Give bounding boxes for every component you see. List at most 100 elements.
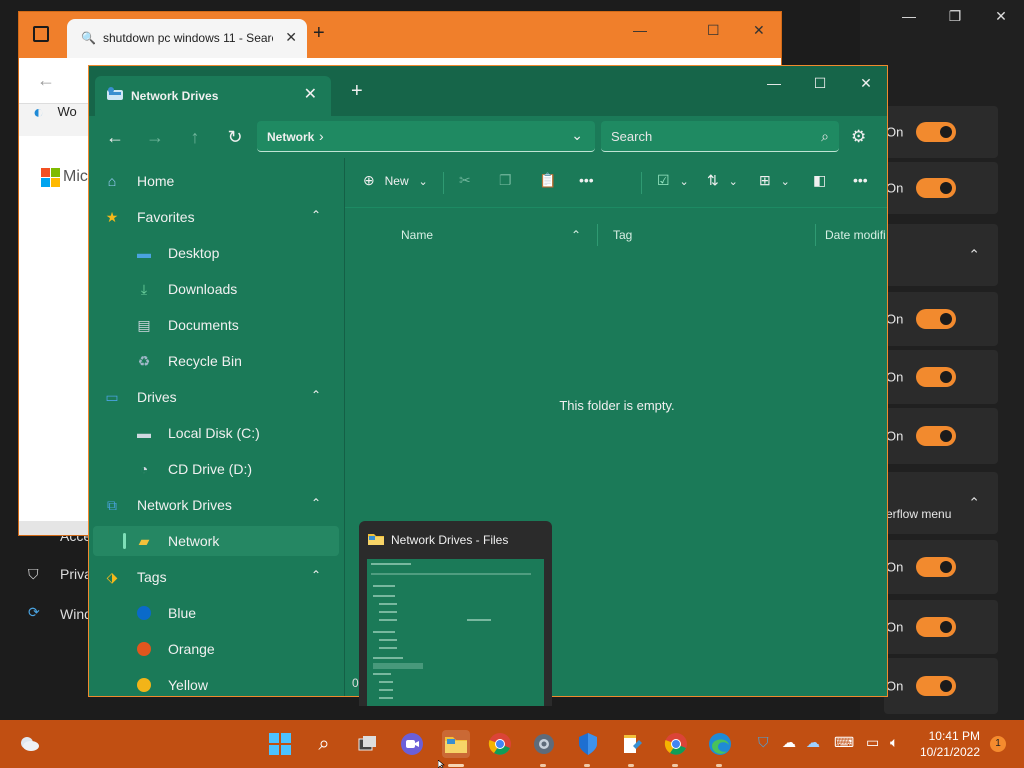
paste-icon[interactable]: 📋 bbox=[539, 172, 556, 189]
minimize-button[interactable]: — bbox=[751, 72, 797, 94]
chevron-up-icon[interactable]: ⌃ bbox=[311, 208, 321, 222]
sidebar-item-documents[interactable]: ▤ Documents bbox=[89, 310, 339, 340]
browser-maximize-button[interactable]: ☐ bbox=[707, 22, 720, 39]
sidebar-item-desktop[interactable]: ▬ Desktop bbox=[89, 238, 339, 268]
search-icon[interactable]: ⌕ bbox=[310, 730, 338, 758]
volume-icon[interactable]: 🔈︎ bbox=[890, 734, 898, 751]
security-icon[interactable] bbox=[574, 730, 602, 758]
settings-close-button[interactable]: ✕ bbox=[978, 4, 1024, 28]
toggle-state-label: On bbox=[886, 619, 904, 635]
new-tab-button[interactable]: + bbox=[351, 80, 363, 103]
sidebar-item-home[interactable]: ⌂ Home bbox=[89, 166, 339, 196]
layout-button[interactable]: ⊞ ⌄ bbox=[759, 172, 790, 189]
sidebar-item-tags[interactable]: ⬗ Tags ⌃ bbox=[89, 562, 339, 592]
sidebar-item-orange[interactable]: Orange bbox=[89, 634, 339, 664]
close-tab-icon[interactable]: ✕ bbox=[285, 29, 297, 46]
sidebar-item-yellow[interactable]: Yellow bbox=[89, 670, 339, 696]
keyboard-icon[interactable]: ⌨ bbox=[834, 734, 854, 751]
sidebar-item-favorites[interactable]: ★ Favorites ⌃ bbox=[89, 202, 339, 232]
select-mode-button[interactable]: ☑ ⌄ bbox=[657, 172, 689, 189]
close-tab-icon[interactable]: ✕ bbox=[304, 84, 317, 104]
tab-actions-icon[interactable] bbox=[33, 26, 49, 42]
chrome-icon[interactable] bbox=[486, 730, 514, 758]
favorites-item[interactable]: ◐ Wo bbox=[33, 102, 77, 123]
new-tab-button[interactable]: + bbox=[313, 22, 325, 45]
back-arrow-icon[interactable]: ← bbox=[37, 70, 55, 91]
notepad-icon[interactable] bbox=[618, 730, 646, 758]
preview-pane-icon[interactable]: ◧ bbox=[813, 172, 826, 189]
search-input[interactable]: Search ⌕ bbox=[601, 121, 839, 152]
breadcrumb-item[interactable]: Network bbox=[267, 130, 314, 144]
chrome-icon[interactable] bbox=[662, 730, 690, 758]
up-arrow-icon[interactable]: ↑ bbox=[181, 124, 209, 150]
clock-date: 10/21/2022 bbox=[919, 745, 980, 759]
sidebar-item-downloads[interactable]: ⤓ Downloads bbox=[89, 274, 339, 304]
sort-ascending-icon: ⌃ bbox=[571, 228, 582, 242]
more-options-icon[interactable]: ••• bbox=[579, 172, 594, 188]
setting-toggle[interactable] bbox=[916, 617, 956, 637]
close-button[interactable]: ✕ bbox=[843, 72, 887, 94]
setting-toggle[interactable] bbox=[916, 367, 956, 387]
edge-icon[interactable] bbox=[706, 730, 734, 758]
sidebar-item-label: Home bbox=[137, 173, 175, 189]
chevron-up-icon[interactable]: ⌃ bbox=[311, 568, 321, 582]
sort-button[interactable]: ⇅ ⌄ bbox=[707, 172, 738, 189]
settings-restore-button[interactable]: ❐ bbox=[932, 4, 978, 28]
copy-icon[interactable]: ❐ bbox=[499, 172, 512, 189]
settings-group-header[interactable]: ⌃ bbox=[884, 224, 998, 286]
sort-icon: ⇅ bbox=[707, 172, 719, 188]
setting-toggle[interactable] bbox=[916, 122, 956, 142]
setting-toggle[interactable] bbox=[916, 557, 956, 577]
breadcrumb[interactable]: Network › ⌄ bbox=[257, 121, 595, 152]
weather-icon[interactable] bbox=[18, 734, 40, 752]
chevron-up-icon[interactable]: ⌃ bbox=[311, 388, 321, 402]
gear-icon[interactable]: ⚙ bbox=[851, 127, 866, 147]
network-icon[interactable]: ▭ bbox=[866, 734, 879, 751]
column-date-modified[interactable]: Date modifi bbox=[825, 228, 886, 242]
onedrive-offline-icon[interactable]: ☁ bbox=[782, 734, 796, 751]
files-tab[interactable]: Network Drives ✕ bbox=[95, 76, 331, 116]
back-arrow-icon[interactable]: ← bbox=[101, 124, 129, 150]
chat-icon[interactable] bbox=[398, 730, 426, 758]
sidebar-item-local-disk-c[interactable]: ▬ Local Disk (C:) bbox=[89, 418, 339, 448]
notification-badge[interactable]: 1 bbox=[990, 736, 1006, 752]
cut-icon[interactable]: ✂ bbox=[459, 172, 471, 189]
taskbar-thumbnail-preview[interactable]: Network Drives - Files bbox=[359, 521, 552, 706]
settings-minimize-button[interactable]: — bbox=[886, 4, 932, 28]
forward-arrow-icon[interactable]: → bbox=[141, 124, 169, 150]
settings-icon[interactable] bbox=[530, 730, 558, 758]
files-app-icon[interactable] bbox=[442, 730, 470, 758]
start-button[interactable] bbox=[266, 730, 294, 758]
column-tag[interactable]: Tag bbox=[613, 228, 632, 242]
setting-toggle[interactable] bbox=[916, 309, 956, 329]
setting-toggle[interactable] bbox=[916, 676, 956, 696]
new-button[interactable]: ⊕ New ⌄ bbox=[363, 172, 428, 189]
refresh-icon[interactable]: ↻ bbox=[221, 124, 249, 150]
sidebar-item-network-drives[interactable]: ⧉ Network Drives ⌃ bbox=[89, 490, 339, 520]
setting-toggle[interactable] bbox=[916, 178, 956, 198]
onedrive-icon[interactable]: ☁ bbox=[806, 734, 820, 751]
task-view-icon[interactable] bbox=[354, 730, 382, 758]
chevron-down-icon[interactable]: ⌄ bbox=[571, 127, 583, 144]
more-options-icon[interactable]: ••• bbox=[853, 172, 868, 188]
sidebar-item-label: Downloads bbox=[168, 281, 238, 297]
sidebar-item-recycle-bin[interactable]: ♻ Recycle Bin bbox=[89, 346, 339, 376]
browser-minimize-button[interactable]: — bbox=[633, 22, 647, 38]
settings-group-header[interactable]: erflow menu ⌃ bbox=[884, 472, 998, 534]
column-separator[interactable] bbox=[815, 224, 816, 246]
clock[interactable]: 10:41 PM 10/21/2022 bbox=[920, 728, 980, 760]
column-name[interactable]: Name bbox=[401, 228, 433, 242]
sidebar-item-network[interactable]: ▰ Network bbox=[93, 526, 339, 556]
toggle-state-label: On bbox=[886, 428, 904, 444]
sidebar-item-cd-drive-d[interactable]: ◔ CD Drive (D:) bbox=[89, 454, 339, 484]
sidebar-item-blue[interactable]: Blue bbox=[89, 598, 339, 628]
sidebar-item-drives[interactable]: ▭ Drives ⌃ bbox=[89, 382, 339, 412]
chevron-up-icon[interactable]: ⌃ bbox=[311, 496, 321, 510]
defender-tray-icon[interactable]: ⛉ bbox=[758, 734, 769, 751]
setting-toggle[interactable] bbox=[916, 426, 956, 446]
horizontal-scrollbar[interactable] bbox=[19, 521, 93, 535]
browser-tab[interactable]: 🔍 shutdown pc windows 11 - Searc ✕ bbox=[67, 19, 307, 58]
column-separator[interactable] bbox=[597, 224, 598, 246]
browser-close-button[interactable]: ✕ bbox=[753, 22, 765, 39]
maximize-button[interactable]: ☐ bbox=[797, 72, 843, 94]
